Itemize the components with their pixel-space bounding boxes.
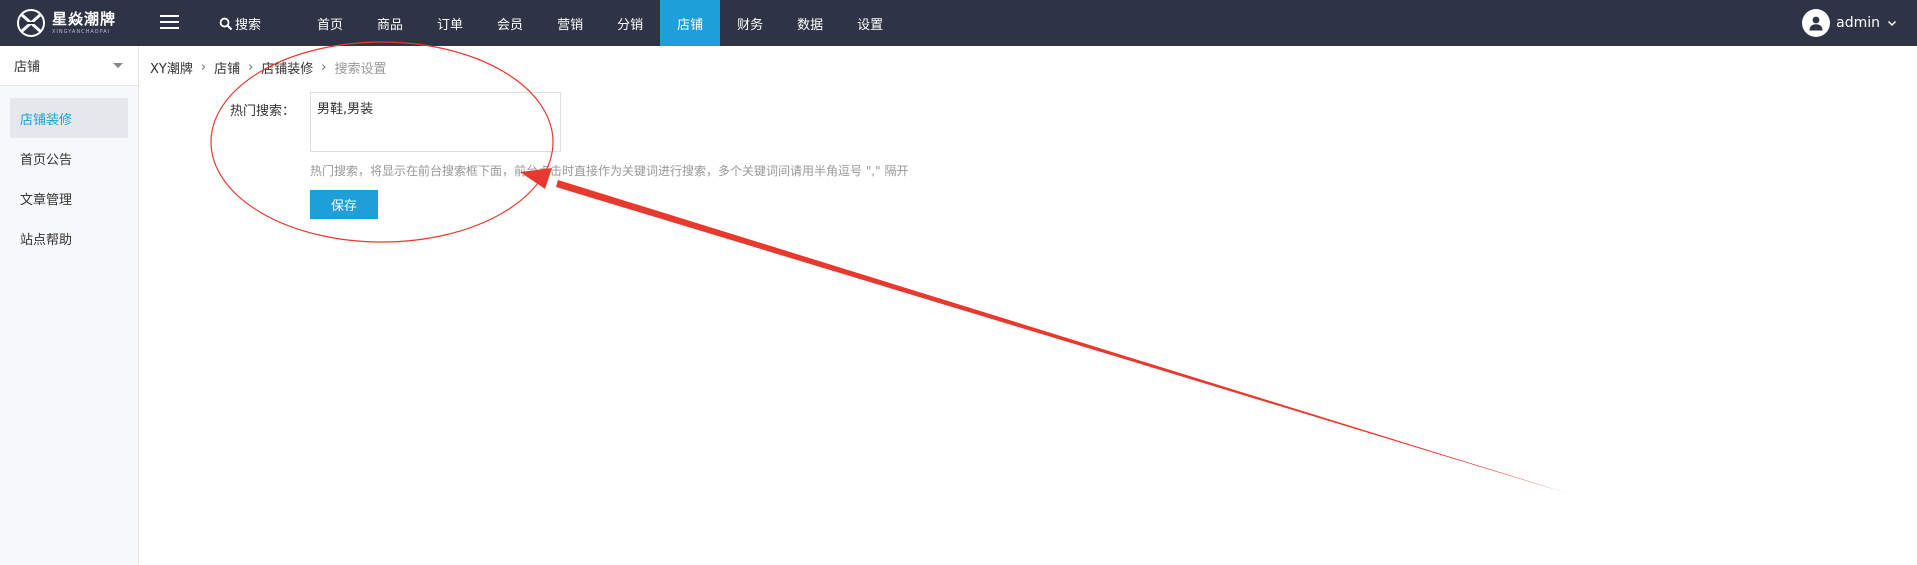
- sidebar-header-label: 店铺: [14, 60, 41, 75]
- chevron-right-icon: ›: [200, 60, 207, 75]
- nav-item-members[interactable]: 会员: [480, 0, 540, 46]
- hamburger-icon-line: [160, 21, 179, 23]
- sidebar-item-site-help[interactable]: 站点帮助: [10, 218, 128, 258]
- hot-search-textarea[interactable]: [310, 92, 561, 152]
- menu-toggle-button[interactable]: [160, 15, 179, 30]
- nav-item-marketing[interactable]: 营销: [540, 0, 600, 46]
- top-navigation-bar: 星焱潮牌 XINGYANCHAOPAI 搜索 首页 商品 订单 会员 营销 分销…: [0, 0, 1917, 46]
- nav-item-goods[interactable]: 商品: [360, 0, 420, 46]
- nav-item-settings[interactable]: 设置: [840, 0, 900, 46]
- nav-item-store[interactable]: 店铺: [660, 0, 721, 46]
- nav-item-home[interactable]: 首页: [300, 0, 360, 46]
- annotation-overlay: [210, 41, 1570, 494]
- sidebar-item-article-management[interactable]: 文章管理: [10, 178, 128, 218]
- sidebar-item-home-notice[interactable]: 首页公告: [10, 138, 128, 178]
- brand-logo[interactable]: 星焱潮牌 XINGYANCHAOPAI: [16, 4, 116, 42]
- brand-subtitle: XINGYANCHAOPAI: [52, 28, 111, 35]
- hamburger-icon-line: [160, 15, 179, 17]
- nav-item-orders[interactable]: 订单: [420, 0, 480, 46]
- sidebar-header[interactable]: 店铺: [0, 46, 138, 86]
- breadcrumb: XY潮牌 › 店铺 › 店铺装修 › 搜索设置: [150, 58, 387, 77]
- caret-down-icon: [113, 63, 123, 68]
- user-menu[interactable]: admin: [1802, 0, 1897, 46]
- user-name: admin: [1836, 15, 1880, 31]
- logo-mark-icon: [17, 9, 45, 37]
- search-icon: [219, 17, 232, 30]
- sidebar-item-store-decoration[interactable]: 店铺装修: [10, 98, 128, 138]
- hot-search-hint: 热门搜索，将显示在前台搜索框下面，前台点击时直接作为关键词进行搜索，多个关键词间…: [310, 164, 909, 178]
- breadcrumb-current: 搜索设置: [334, 62, 387, 77]
- breadcrumb-item[interactable]: 店铺装修: [261, 58, 313, 77]
- chevron-right-icon: ›: [321, 60, 327, 75]
- nav-item-finance[interactable]: 财务: [720, 0, 780, 46]
- sidebar-menu: 店铺装修 首页公告 文章管理 站点帮助: [0, 86, 138, 258]
- chevron-right-icon: ›: [248, 60, 254, 75]
- breadcrumb-item[interactable]: 店铺: [214, 58, 240, 77]
- sidebar: 店铺 店铺装修 首页公告 文章管理 站点帮助: [0, 46, 139, 565]
- avatar: [1802, 9, 1831, 37]
- chevron-down-icon: [1887, 20, 1897, 27]
- main-nav: 首页 商品 订单 会员 营销 分销 店铺 财务 数据 设置: [300, 0, 900, 46]
- brand-title: 星焱潮牌: [52, 9, 117, 28]
- breadcrumb-item[interactable]: XY潮牌: [150, 58, 193, 77]
- nav-item-distribution[interactable]: 分销: [600, 0, 660, 46]
- user-icon: [1809, 16, 1823, 31]
- nav-search-button[interactable]: 搜索: [219, 0, 261, 46]
- nav-search-label: 搜索: [235, 17, 262, 33]
- hot-search-label: 热门搜索：: [230, 104, 296, 119]
- save-button[interactable]: 保存: [310, 190, 378, 219]
- annotation-arrow: [556, 180, 1570, 494]
- nav-item-data[interactable]: 数据: [780, 0, 840, 46]
- hamburger-icon-line: [160, 27, 179, 29]
